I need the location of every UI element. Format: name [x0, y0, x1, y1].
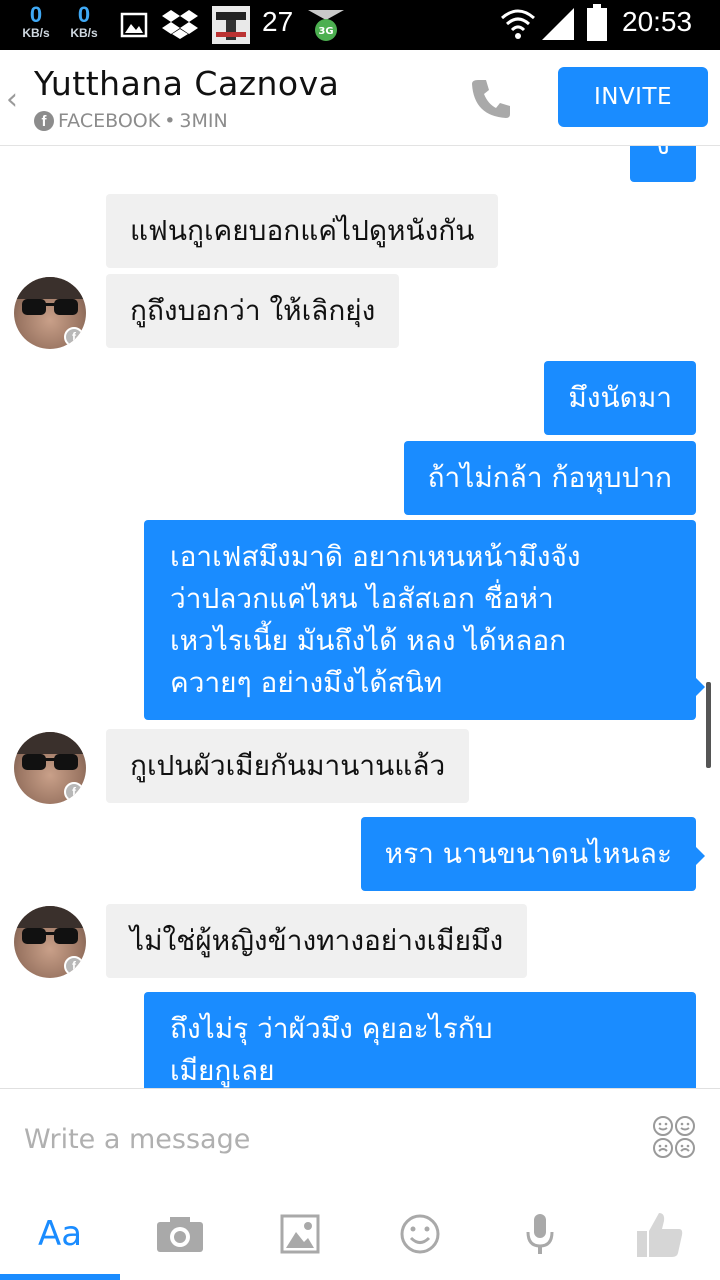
- facebook-badge-icon: f: [64, 327, 84, 347]
- facebook-badge-icon: f: [64, 782, 84, 802]
- message-text: แฟนกูเคยบอกแค่ไปดูหนังกัน: [130, 214, 475, 247]
- upload-speed: 0 KB/s: [64, 2, 104, 41]
- emoji-icon: [400, 1214, 440, 1254]
- scrollbar-thumb[interactable]: [706, 682, 711, 768]
- message-bubble-outgoing[interactable]: ง: [630, 146, 696, 182]
- message-bubble-incoming[interactable]: ไม่ใช่ผู้หญิงข้างทางอย่างเมียมึง: [106, 904, 528, 978]
- clock: 20:53: [622, 6, 693, 37]
- message-bubble-outgoing[interactable]: ถ้าไม่กล้า ก้อหุบปาก: [403, 441, 696, 515]
- message-bubble-outgoing[interactable]: หรา นานขนาดนไหนละ: [360, 817, 696, 891]
- bubble-tail: [696, 847, 705, 865]
- signal-icon: [542, 8, 574, 40]
- message-text-line: เหวไรเนี้ย มันถึงได้ หลง ได้หลอก: [170, 624, 567, 657]
- voice-button[interactable]: [480, 1188, 600, 1280]
- wifi-icon: [501, 9, 535, 39]
- back-chevron-icon[interactable]: ‹: [6, 82, 18, 117]
- status-bar: 0 KB/s 0 KB/s 27 3G 20:53: [0, 0, 720, 50]
- app-thumbnail-icon: [212, 6, 250, 44]
- gallery-button[interactable]: [240, 1188, 360, 1280]
- upload-speed-value: 0: [77, 2, 91, 27]
- gallery-icon: [280, 1214, 320, 1254]
- message-text-line: ว่าปลวกแค่ไหน ไอสัสเอก ชื่อห่า: [170, 582, 554, 615]
- message-bubble-outgoing[interactable]: มึงนัดมา: [544, 361, 696, 435]
- facebook-badge-icon: f: [64, 956, 84, 976]
- message-text: ไม่ใช่ผู้หญิงข้างทางอย่างเมียมึง: [130, 924, 504, 957]
- text-tab[interactable]: Aa: [0, 1188, 120, 1280]
- separator-dot: •: [164, 110, 176, 132]
- message-text-line: ถึงไม่รุ ว่าผัวมึง คุยอะไรกับ: [170, 1012, 493, 1045]
- message-bubble-incoming[interactable]: กูเปนผัวเมียกันมานานแล้ว: [106, 729, 470, 803]
- message-bubble-outgoing[interactable]: ถึงไม่รุ ว่าผัวมึง คุยอะไรกับ เมียกูเลย: [144, 992, 696, 1088]
- battery-icon: [587, 4, 607, 41]
- composer: [0, 1088, 720, 1188]
- contact-subtitle: f FACEBOOK • 3MIN: [34, 110, 228, 132]
- phone-call-icon[interactable]: [468, 76, 514, 122]
- source-label: FACEBOOK: [58, 110, 161, 132]
- like-button[interactable]: [600, 1188, 720, 1280]
- message-list[interactable]: ง แฟนกูเคยบอกแค่ไปดูหนังกัน f กูถึงบอกว่…: [0, 146, 720, 1088]
- message-text: ง: [656, 146, 670, 161]
- notification-count: 27: [262, 6, 294, 37]
- active-tab-indicator: [0, 1274, 120, 1280]
- camera-button[interactable]: [120, 1188, 240, 1280]
- message-text-line: ควายๆ อย่างมึงได้สนิท: [170, 666, 443, 699]
- like-icon: [637, 1213, 683, 1257]
- message-input[interactable]: [24, 1119, 624, 1159]
- contact-avatar[interactable]: f: [14, 732, 86, 804]
- text-tab-label: Aa: [37, 1214, 83, 1254]
- message-bubble-outgoing[interactable]: เอาเฟสมึงมาดิ อยากเหนหน้ามึงจัง ว่าปลวกแ…: [144, 520, 696, 720]
- message-text: ถ้าไม่กล้า ก้อหุบปาก: [427, 461, 672, 494]
- contact-name[interactable]: Yutthana Caznova: [34, 64, 339, 103]
- contact-avatar[interactable]: f: [14, 277, 86, 349]
- message-text: หรา นานขนาดนไหนละ: [384, 837, 672, 870]
- download-speed-unit: KB/s: [22, 26, 50, 40]
- dropbox-icon: [162, 10, 198, 39]
- contact-avatar[interactable]: f: [14, 906, 86, 978]
- upload-speed-unit: KB/s: [70, 26, 98, 40]
- shield-3g-icon: 3G: [308, 10, 344, 41]
- invite-button[interactable]: INVITE: [558, 67, 708, 127]
- svg-text:3G: 3G: [318, 26, 333, 37]
- composer-toolbar: Aa: [0, 1188, 720, 1280]
- camera-icon: [157, 1217, 203, 1252]
- sticker-icon[interactable]: [652, 1115, 696, 1159]
- emoji-button[interactable]: [360, 1188, 480, 1280]
- message-text-line: เมียกูเลย: [170, 1054, 275, 1087]
- conversation-header: ‹ Yutthana Caznova f FACEBOOK • 3MIN INV…: [0, 50, 720, 146]
- download-speed: 0 KB/s: [16, 2, 56, 41]
- facebook-icon: f: [34, 111, 54, 131]
- last-active-time: 3MIN: [179, 110, 228, 132]
- message-text-line: เอาเฟสมึงมาดิ อยากเหนหน้ามึงจัง: [170, 540, 581, 573]
- bubble-tail: [696, 678, 705, 696]
- message-bubble-incoming[interactable]: กูถึงบอกว่า ให้เลิกยุ่ง: [106, 274, 400, 348]
- image-icon: [120, 12, 148, 38]
- download-speed-value: 0: [29, 2, 43, 27]
- message-text: มึงนัดมา: [568, 381, 672, 414]
- microphone-icon: [526, 1214, 554, 1254]
- message-bubble-incoming[interactable]: แฟนกูเคยบอกแค่ไปดูหนังกัน: [106, 194, 499, 268]
- message-text: กูถึงบอกว่า ให้เลิกยุ่ง: [130, 294, 376, 327]
- message-text: กูเปนผัวเมียกันมานานแล้ว: [130, 749, 446, 782]
